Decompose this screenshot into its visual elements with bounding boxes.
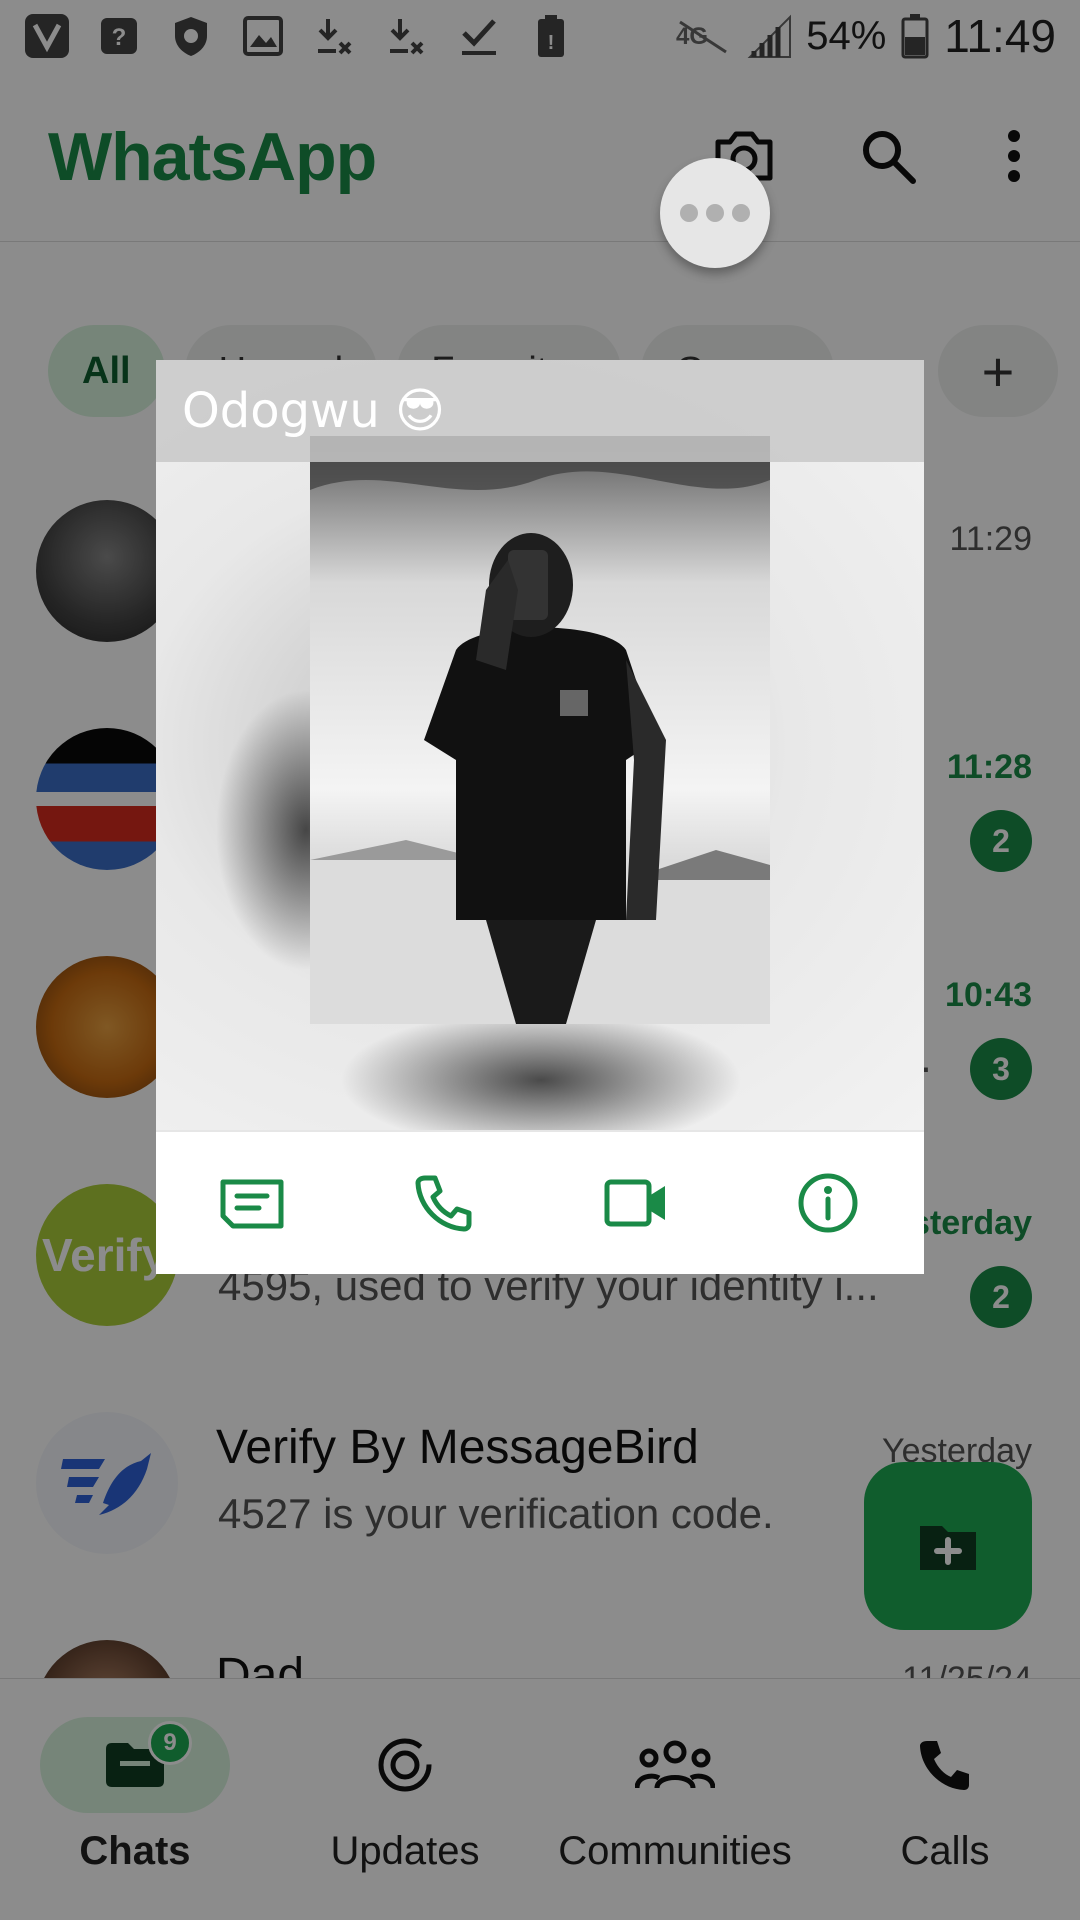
info-icon [798, 1173, 858, 1233]
popup-actions [156, 1130, 924, 1274]
message-button[interactable] [202, 1153, 302, 1253]
dot [680, 204, 698, 222]
voice-call-icon [415, 1175, 472, 1232]
contact-name: Odogwu 😎 [156, 360, 924, 462]
more-options-handle[interactable] [660, 158, 770, 268]
info-button[interactable] [778, 1153, 878, 1253]
dot [706, 204, 724, 222]
profile-photo-image [216, 436, 770, 1130]
video-call-icon [604, 1179, 665, 1227]
profile-photo[interactable] [156, 360, 924, 1130]
voice-call-button[interactable] [394, 1153, 494, 1253]
profile-popup: Odogwu 😎 [156, 360, 924, 1274]
video-call-button[interactable] [586, 1153, 686, 1253]
dot [732, 204, 750, 222]
message-icon [220, 1179, 284, 1229]
